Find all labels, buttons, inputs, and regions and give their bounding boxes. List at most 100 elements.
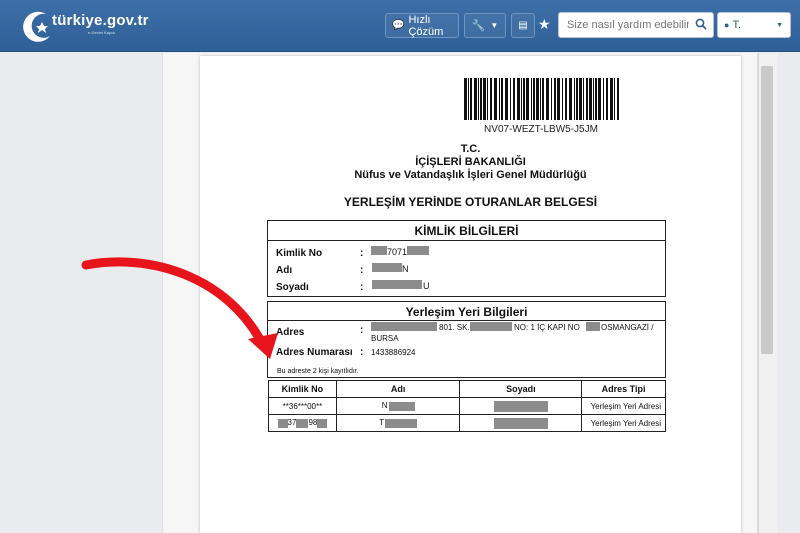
- barcode: [464, 78, 619, 120]
- logo-text: türkiye.gov.tr: [52, 12, 149, 29]
- redaction: [317, 418, 328, 428]
- barcode-bar: [540, 78, 541, 120]
- barcode-bar: [565, 78, 567, 120]
- colon: :: [360, 248, 364, 259]
- chevron-down-icon: ▼: [776, 21, 783, 29]
- scrollbar-thumb[interactable]: [761, 66, 773, 354]
- search-input[interactable]: [559, 13, 689, 37]
- table-row: 37 98 T Yerleşim Yeri Adresi: [268, 414, 666, 432]
- address-part-2: NO: 1 İÇ KAPI NO: [514, 323, 580, 332]
- barcode-bar: [583, 78, 584, 120]
- user-menu[interactable]: ● T. ▼: [717, 12, 791, 38]
- chevron-down-icon: ▼: [490, 21, 499, 30]
- quick-solution-button[interactable]: 💬 Hızlı Çözüm: [385, 13, 459, 38]
- right-panel: [778, 53, 800, 533]
- address-city: BURSA: [371, 334, 399, 343]
- name-label: Adı: [276, 265, 293, 276]
- barcode-bar: [531, 78, 532, 120]
- redaction: [277, 418, 288, 428]
- star-icon[interactable]: ★: [538, 16, 551, 33]
- annotation-arrow-icon: [81, 257, 278, 359]
- colon: :: [360, 347, 364, 358]
- chat-icon: 💬: [392, 20, 405, 31]
- surname-label: Soyadı: [276, 282, 309, 293]
- id-card-button[interactable]: ▤: [511, 13, 535, 38]
- barcode-bar: [614, 78, 615, 120]
- column-header: Adı: [335, 380, 461, 398]
- quick-solution-label: Hızlı Çözüm: [408, 13, 444, 38]
- barcode-bar: [521, 78, 522, 120]
- table-cell-id: 37 98: [268, 414, 337, 432]
- barcode-bar: [569, 78, 572, 120]
- barcode-bar: [598, 78, 601, 120]
- barcode-bar: [483, 78, 486, 120]
- surname-value: U: [423, 281, 430, 291]
- column-header: Soyadı: [459, 380, 583, 398]
- id-part-2: 98: [308, 418, 318, 428]
- table-row: **36***00** N Yerleşim Yeri Adresi: [268, 397, 666, 415]
- barcode-bar: [576, 78, 578, 120]
- barcode-bar: [579, 78, 582, 120]
- redaction: [296, 418, 309, 428]
- barcode-bar: [586, 78, 588, 120]
- barcode-bar: [574, 78, 575, 120]
- redaction: [407, 246, 429, 255]
- identity-section: KİMLİK BİLGİLERİ: [267, 220, 666, 297]
- barcode-bar: [557, 78, 560, 120]
- barcode-bar: [523, 78, 525, 120]
- barcode-bar: [470, 78, 472, 120]
- colon: :: [360, 265, 364, 276]
- barcode-bar: [487, 78, 488, 120]
- name-initial: T: [379, 418, 385, 428]
- barcode-bar: [468, 78, 469, 120]
- barcode-bar: [593, 78, 594, 120]
- address-label: Adres: [276, 327, 305, 338]
- wrench-icon: 🔧: [471, 20, 486, 32]
- colon: :: [360, 325, 364, 336]
- logo-subtitle: e-Devlet Kapısı: [88, 30, 116, 35]
- barcode-bar: [551, 78, 552, 120]
- column-header: Adres Tipi: [581, 380, 666, 398]
- search-icon[interactable]: [695, 18, 707, 30]
- barcode-bar: [554, 78, 556, 120]
- heading-tc: T.C.: [460, 143, 481, 155]
- redaction: [371, 322, 437, 331]
- user-name: T.: [732, 19, 741, 31]
- tools-menu-button[interactable]: 🔧 ▼: [464, 13, 506, 38]
- barcode-bar: [526, 78, 529, 120]
- table-cell-address-type: Yerleşim Yeri Adresi: [581, 414, 666, 432]
- redaction: [371, 246, 387, 255]
- name-initial: N: [381, 401, 388, 411]
- barcode-bar: [603, 78, 604, 120]
- barcode-code: NV07-WEZT-LBW5-J5JM: [484, 124, 598, 135]
- barcode-bar: [617, 78, 619, 120]
- residence-section: Yerleşim Yeri Bilgileri: [267, 301, 666, 378]
- barcode-bar: [501, 78, 503, 120]
- column-header: Kimlik No: [268, 380, 337, 398]
- name-value: N: [402, 264, 409, 274]
- address-number-value: 1433886924: [371, 348, 416, 357]
- table-cell-surname: [459, 397, 583, 415]
- barcode-bar: [542, 78, 544, 120]
- table-cell-surname: [459, 414, 583, 432]
- address-number-label: Adres Numarası: [276, 347, 353, 358]
- barcode-bar: [513, 78, 515, 120]
- barcode-bar: [533, 78, 535, 120]
- search-box: [558, 12, 714, 38]
- user-icon: ●: [724, 20, 730, 30]
- redaction: [372, 280, 422, 289]
- barcode-bar: [610, 78, 613, 120]
- barcode-bar: [546, 78, 549, 120]
- redaction: [493, 400, 548, 412]
- barcode-bar: [562, 78, 563, 120]
- colon: :: [360, 282, 364, 293]
- site-header: türkiye.gov.tr e-Devlet Kapısı 💬 Hızlı Ç…: [0, 0, 800, 52]
- redaction: [385, 418, 418, 428]
- residents-table: Kimlik No Adı Soyadı Adres Tipi **36***0…: [268, 380, 666, 432]
- redaction: [493, 417, 548, 429]
- redaction: [470, 322, 512, 331]
- barcode-bar: [494, 78, 497, 120]
- barcode-bar: [589, 78, 592, 120]
- table-cell-name: N: [335, 397, 461, 415]
- heading-ministry: İÇİŞLERİ BAKANLIĞI: [415, 156, 526, 168]
